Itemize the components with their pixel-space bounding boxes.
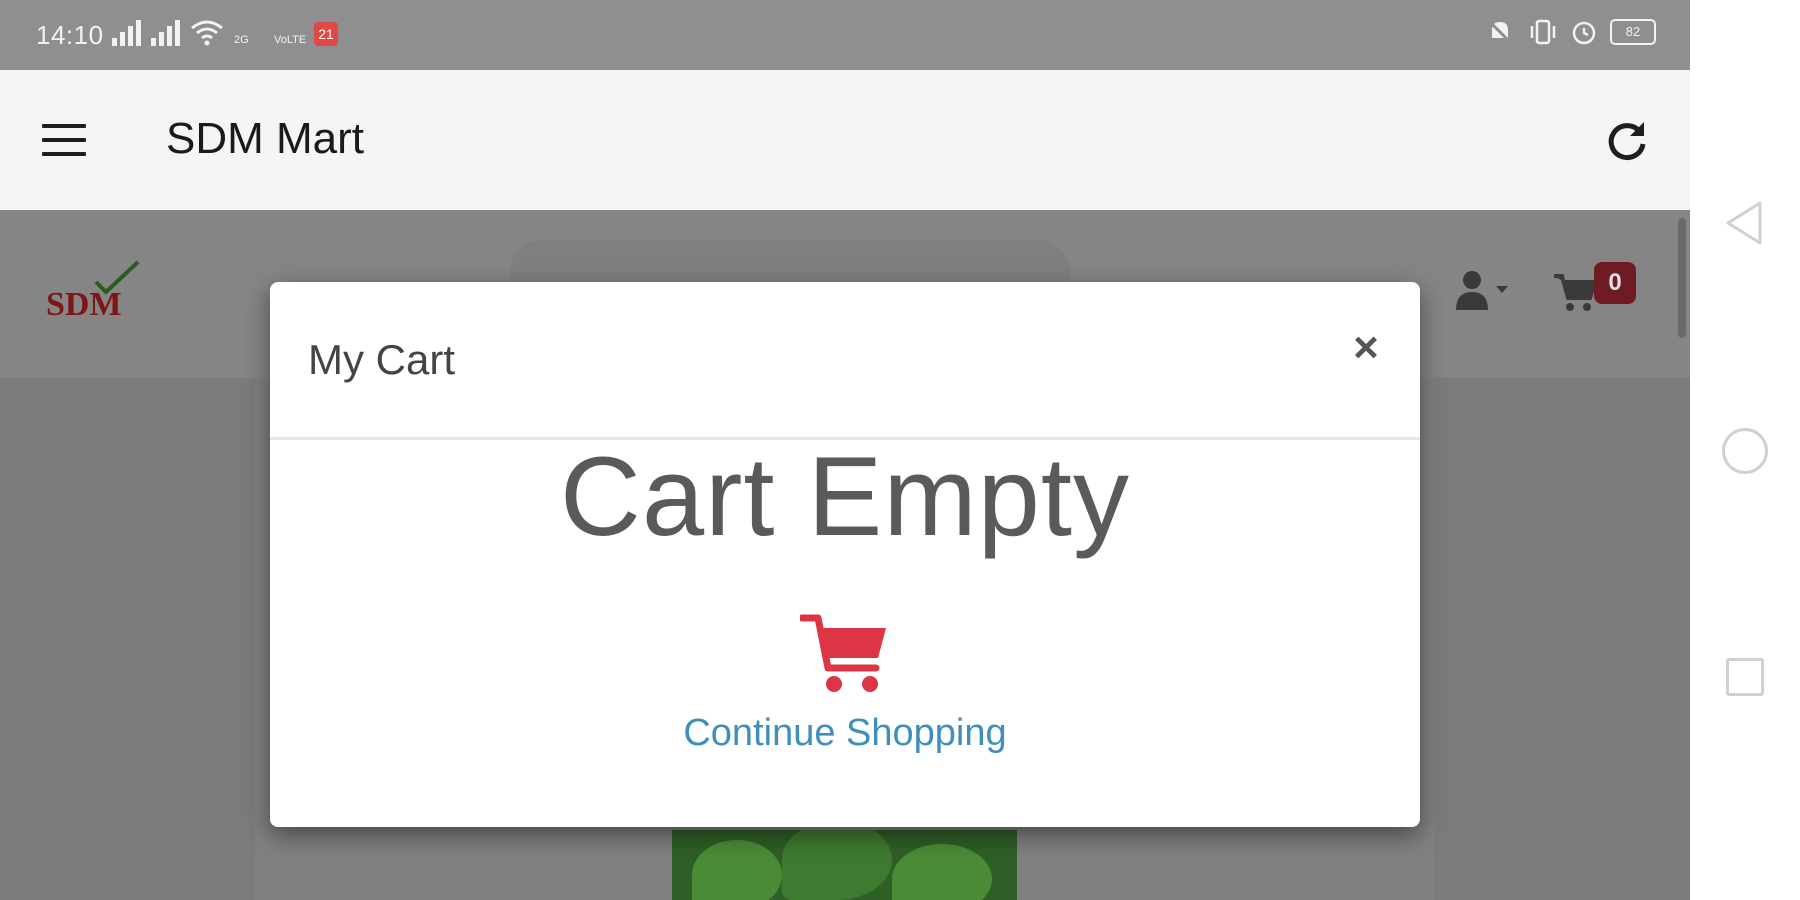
- page-scrollbar[interactable]: [1678, 218, 1686, 338]
- cart-count-badge: 0: [1594, 262, 1636, 304]
- back-icon[interactable]: [1724, 200, 1764, 246]
- shopping-cart-icon: [800, 614, 886, 692]
- app-toolbar: SDM Mart: [0, 70, 1690, 210]
- product-image: [672, 830, 1017, 900]
- modal-header: My Cart ×: [270, 282, 1420, 440]
- network-type-label: 2G: [234, 34, 249, 46]
- recent-apps-icon[interactable]: [1726, 658, 1764, 696]
- hamburger-menu-icon[interactable]: [42, 124, 86, 156]
- status-icons-right: 82: [1484, 18, 1656, 46]
- signal-strength-icon-2: [151, 18, 180, 46]
- wifi-icon: [191, 20, 223, 46]
- logo-text: SDM: [46, 286, 122, 323]
- signal-strength-icon: [112, 18, 141, 46]
- alarm-icon: [1572, 21, 1596, 45]
- cart-modal: My Cart × Cart Empty Continue Shopping: [270, 282, 1420, 827]
- vibrate-icon: [1530, 19, 1556, 45]
- status-bar: 14:10 2G VoLTE 21 82: [0, 0, 1690, 70]
- refresh-icon[interactable]: [1604, 118, 1650, 164]
- continue-shopping-link[interactable]: Continue Shopping: [270, 712, 1420, 755]
- system-navigation-bar: [1690, 0, 1800, 900]
- battery-indicator: 82: [1610, 19, 1656, 45]
- app-screen: 14:10 2G VoLTE 21 82 SDM Mart SDM 0 My C…: [0, 0, 1690, 900]
- volte-label: VoLTE: [274, 34, 307, 46]
- modal-title: My Cart: [308, 336, 455, 383]
- user-account-icon[interactable]: [1450, 268, 1510, 312]
- cart-empty-message: Cart Empty: [559, 434, 1131, 559]
- close-icon[interactable]: ×: [1348, 326, 1384, 370]
- app-title: SDM Mart: [166, 114, 364, 163]
- status-time: 14:10: [36, 20, 104, 50]
- home-icon[interactable]: [1722, 428, 1768, 474]
- status-icons-left: 2G VoLTE 21: [112, 18, 338, 46]
- mute-icon: [1486, 18, 1514, 46]
- header-cart-icon[interactable]: [1552, 270, 1598, 314]
- notification-badge: 21: [314, 22, 338, 46]
- site-logo[interactable]: SDM: [46, 258, 146, 328]
